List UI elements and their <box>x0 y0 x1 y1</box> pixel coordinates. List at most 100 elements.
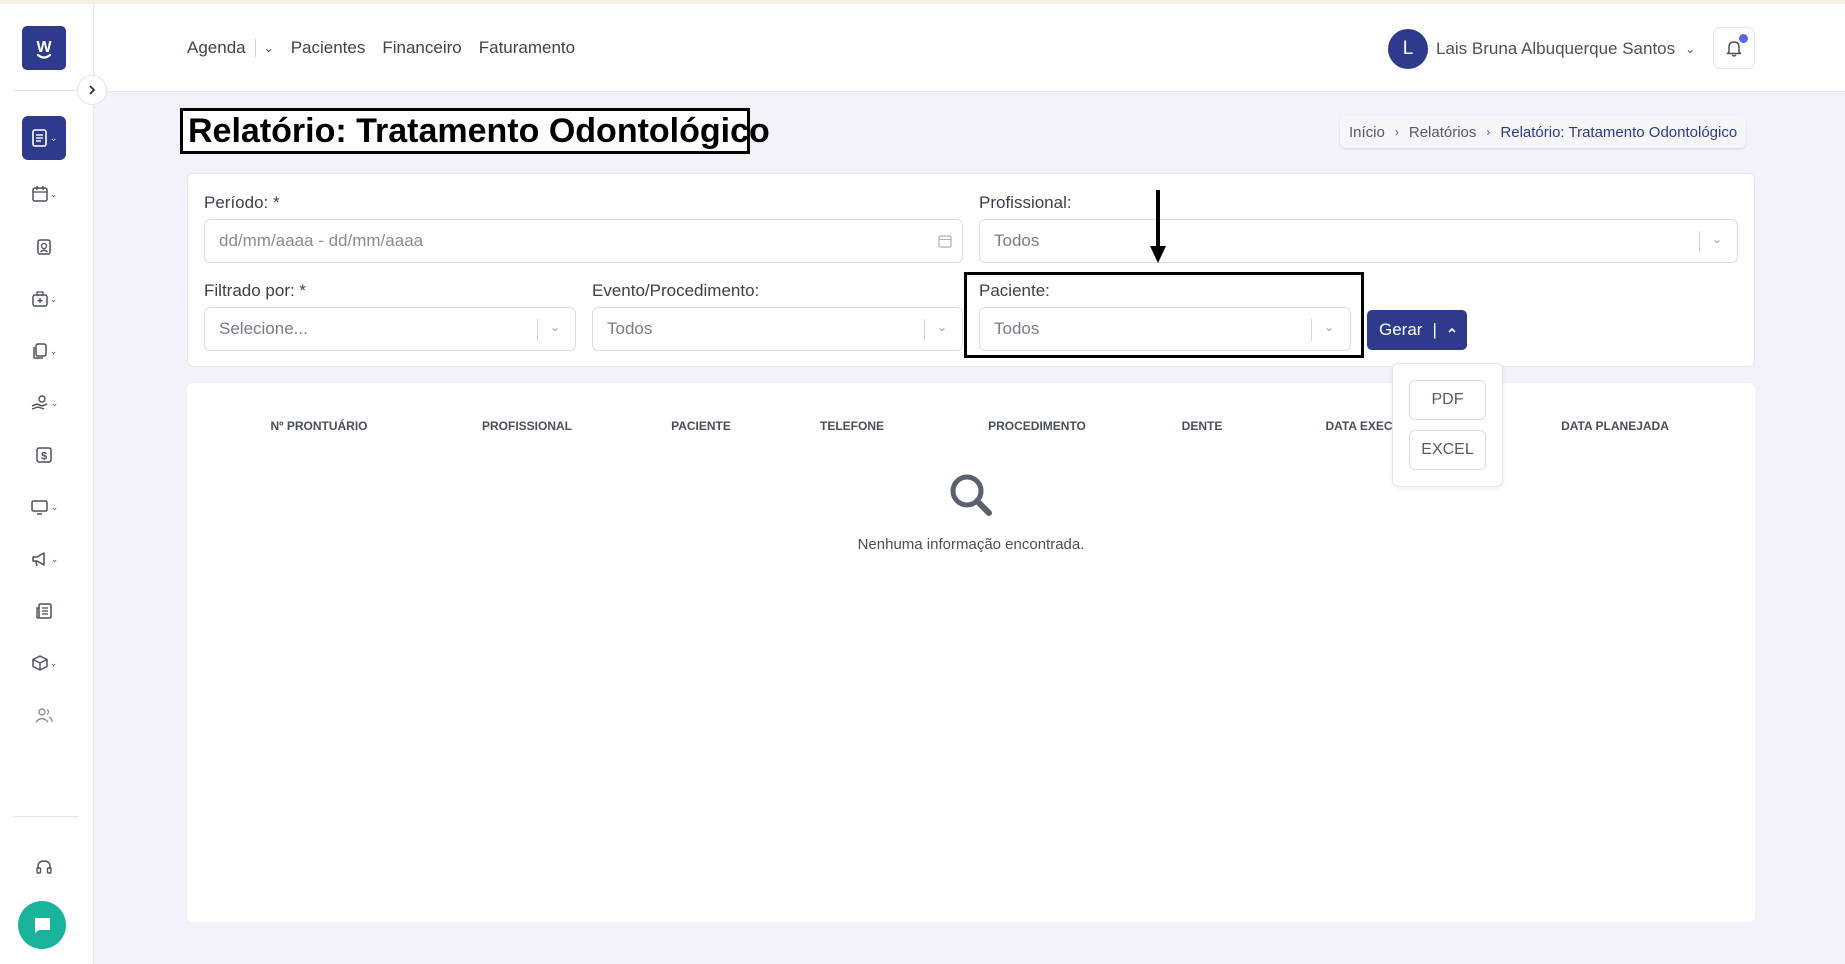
chevron-down-icon: ⌄ <box>49 345 58 356</box>
filtrado-por-select[interactable]: Selecione... ⌄ <box>204 307 576 351</box>
chevron-down-icon: ⌄ <box>49 188 58 199</box>
nav-link-agenda[interactable]: Agenda <box>187 38 246 58</box>
newspaper-icon <box>36 603 52 619</box>
select-divider <box>537 319 538 341</box>
column-header-paciente[interactable]: PACIENTE <box>671 419 731 433</box>
sidebar-toggle-button[interactable] <box>77 75 107 105</box>
empty-state-message: Nenhuma informação encontrada. <box>857 536 1085 553</box>
breadcrumb-item-relatorios[interactable]: Relatórios <box>1409 124 1477 141</box>
sidebar-item-devices[interactable]: ⌄ <box>22 487 66 527</box>
sidebar-item-marketing[interactable]: ⌄ <box>22 539 66 579</box>
column-header-profissional[interactable]: PROFISSIONAL <box>482 419 572 433</box>
chevron-down-icon: ⌄ <box>50 397 59 408</box>
search-icon <box>950 474 992 516</box>
paciente-highlight-box <box>964 272 1364 358</box>
notifications-button[interactable] <box>1713 27 1755 69</box>
clinic-icon <box>31 291 48 307</box>
reports-icon <box>31 129 47 147</box>
chevron-right-icon: › <box>1394 125 1399 139</box>
column-header-prontuario[interactable]: Nº PRONTUÁRIO <box>270 419 367 433</box>
select-divider <box>1699 231 1700 253</box>
select-divider <box>924 319 925 341</box>
nav-link-financeiro[interactable]: Financeiro <box>382 38 461 58</box>
chevron-up-icon <box>1448 327 1456 333</box>
gerar-dropdown-menu: PDF EXCEL <box>1392 363 1503 487</box>
sidebar-item-patients[interactable] <box>22 227 66 267</box>
evento-procedimento-select[interactable]: Todos ⌄ <box>592 307 963 351</box>
package-icon <box>31 655 48 671</box>
top-header: Agenda ⌄ Pacientes Financeiro Faturament… <box>94 4 1845 92</box>
app-logo[interactable]: W <box>22 26 66 70</box>
sidebar-item-calendar[interactable]: ⌄ <box>22 174 66 214</box>
sidebar: W ⌄ ⌄ ⌄ ⌄ ⌄ $ ⌄ ⌄ ⌄ <box>0 4 94 964</box>
avatar: L <box>1388 29 1428 69</box>
column-header-data-planejada[interactable]: DATA PLANEJADA <box>1561 419 1669 433</box>
chevron-down-icon: ⌄ <box>49 657 58 668</box>
top-navigation: Agenda ⌄ Pacientes Financeiro Faturament… <box>187 38 592 58</box>
results-table-card: Nº PRONTUÁRIO PROFISSIONAL PACIENTE TELE… <box>187 383 1755 922</box>
nav-link-faturamento[interactable]: Faturamento <box>479 38 575 58</box>
chat-button[interactable] <box>18 901 66 949</box>
periodo-placeholder: dd/mm/aaaa - dd/mm/aaaa <box>219 231 424 250</box>
nav-link-pacientes[interactable]: Pacientes <box>291 38 366 58</box>
breadcrumb-item-current: Relatório: Tratamento Odontológico <box>1500 123 1738 141</box>
column-header-procedimento[interactable]: PROCEDIMENTO <box>988 419 1086 433</box>
profissional-select[interactable]: Todos ⌄ <box>979 219 1738 263</box>
calendar-icon[interactable] <box>938 234 952 248</box>
sidebar-item-billing[interactable]: $ <box>22 435 66 475</box>
gerar-label: Gerar <box>1379 320 1423 339</box>
filtrado-por-label: Filtrado por: * <box>204 281 307 300</box>
sidebar-item-news[interactable] <box>22 591 66 631</box>
profissional-label: Profissional: <box>979 193 1072 212</box>
nav-divider <box>254 39 256 57</box>
monitor-icon <box>30 500 48 515</box>
chevron-down-icon: ⌄ <box>49 132 58 143</box>
documents-icon <box>32 343 47 359</box>
chevron-down-icon: ⌄ <box>50 553 59 564</box>
sidebar-divider <box>14 90 78 91</box>
sidebar-item-clinic[interactable]: ⌄ <box>22 279 66 319</box>
breadcrumb: Início › Relatórios › Relatório: Tratame… <box>1340 116 1747 148</box>
profissional-value: Todos <box>994 231 1040 250</box>
chevron-right-icon <box>89 85 96 95</box>
megaphone-icon <box>31 552 45 567</box>
sidebar-item-inventory[interactable]: ⌄ <box>22 643 66 683</box>
svg-text:$: $ <box>41 451 47 463</box>
scale-hand-icon <box>31 395 47 410</box>
chevron-down-icon[interactable]: ⌄ <box>264 41 274 55</box>
sidebar-divider <box>14 816 78 817</box>
chevron-down-icon: ⌄ <box>49 293 58 304</box>
dollar-icon: $ <box>36 447 52 463</box>
patient-badge-icon <box>37 239 51 255</box>
sidebar-item-users[interactable] <box>22 695 66 735</box>
chevron-down-icon: ⌄ <box>1712 232 1723 246</box>
sidebar-item-support[interactable] <box>22 847 66 887</box>
evento-value: Todos <box>607 319 653 338</box>
periodo-date-range-input[interactable]: dd/mm/aaaa - dd/mm/aaaa <box>204 219 963 263</box>
page-title: Relatório: Tratamento Odontológico <box>180 108 770 154</box>
breadcrumb-item-inicio[interactable]: Início <box>1349 124 1385 141</box>
column-header-dente[interactable]: DENTE <box>1182 419 1223 433</box>
export-excel-option[interactable]: EXCEL <box>1409 430 1486 470</box>
sidebar-item-documents[interactable]: ⌄ <box>22 331 66 371</box>
users-icon <box>35 708 53 723</box>
user-menu[interactable]: L Lais Bruna Albuquerque Santos ⌄ <box>1388 29 1695 69</box>
annotation-arrow-head <box>1150 246 1166 263</box>
sidebar-item-financial[interactable]: ⌄ <box>22 383 66 423</box>
chevron-down-icon: ⌄ <box>50 501 59 512</box>
column-header-telefone[interactable]: TELEFONE <box>820 419 884 433</box>
evento-label: Evento/Procedimento: <box>592 281 760 300</box>
column-header-data-execucao[interactable]: DATA EXEC <box>1325 419 1392 433</box>
svg-text:W: W <box>36 39 52 56</box>
sidebar-item-reports[interactable]: ⌄ <box>22 116 66 160</box>
chat-icon <box>35 918 50 933</box>
annotation-arrow-shaft <box>1156 190 1160 248</box>
notification-dot <box>1739 34 1748 43</box>
chevron-down-icon: ⌄ <box>1685 42 1696 56</box>
logo-icon: W <box>36 39 52 59</box>
gerar-button[interactable]: Gerar | <box>1367 310 1467 350</box>
export-pdf-option[interactable]: PDF <box>1409 380 1486 420</box>
chevron-down-icon: ⌄ <box>550 320 561 334</box>
calendar-icon <box>31 186 48 202</box>
periodo-label: Período: * <box>204 193 280 212</box>
